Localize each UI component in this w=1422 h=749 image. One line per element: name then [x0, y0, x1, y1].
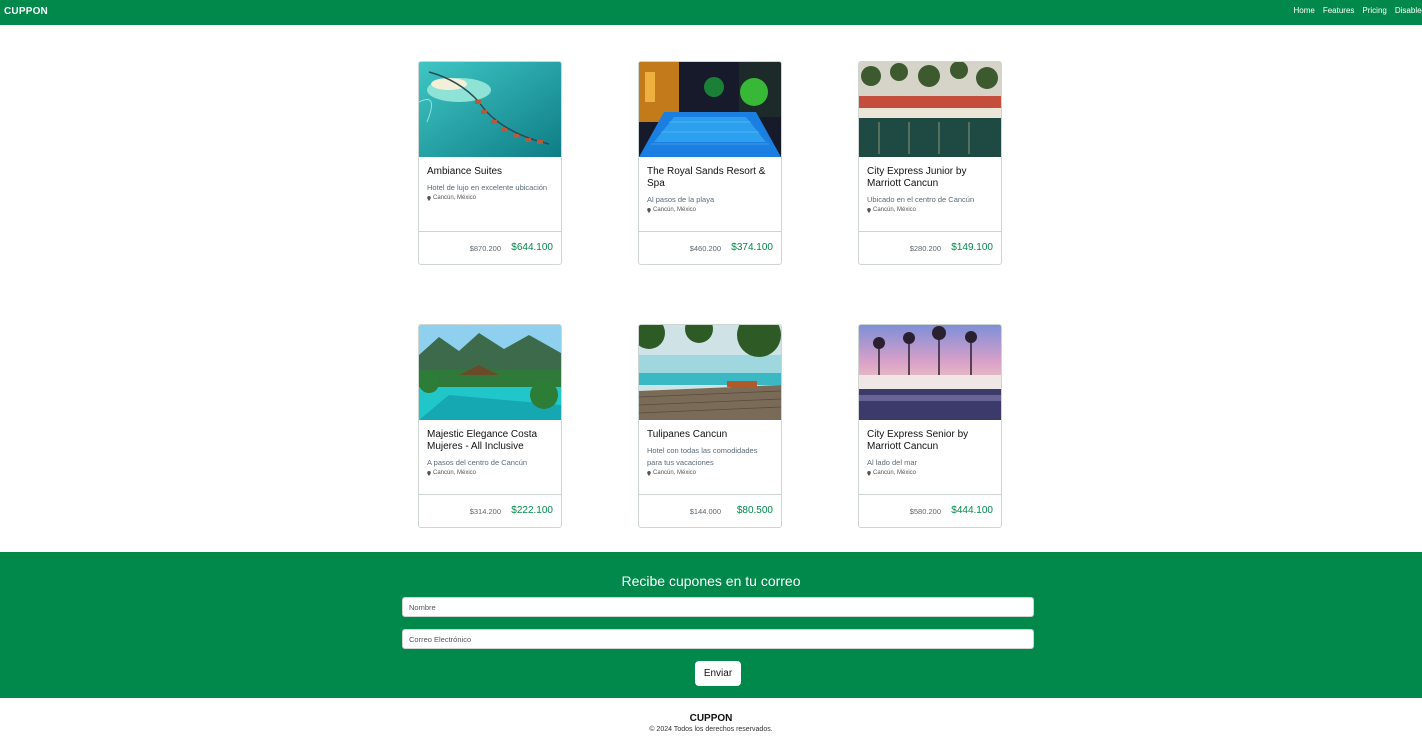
hotel-price: $80.500 [736, 505, 773, 516]
hotel-title[interactable]: Majestic Elegance Costa Mujeres - All In… [427, 429, 553, 453]
hotel-location-text: Cancún, México [433, 195, 477, 201]
hotel-card[interactable]: City Express Junior by Marriott Cancun U… [858, 61, 1002, 265]
hotel-title[interactable]: The Royal Sands Resort & Spa [647, 166, 773, 190]
hotel-old-price: $870.200 [469, 244, 501, 253]
nav-link-disabled[interactable]: Disabled [1395, 6, 1422, 15]
hotel-old-price: $460.200 [689, 244, 721, 253]
hotel-description: Al pasos de la playa [647, 195, 715, 204]
newsletter-section: Recibe cupones en tu correo Enviar [0, 552, 1422, 698]
hotel-description: Ubicado en el centro de Cancún [867, 195, 975, 204]
hotel-price: $644.100 [511, 242, 553, 253]
hotel-card[interactable]: Majestic Elegance Costa Mujeres - All In… [418, 324, 562, 528]
hotel-card[interactable]: The Royal Sands Resort & Spa Al pasos de… [638, 61, 782, 265]
hotel-price-footer: $460.200 $374.100 [639, 231, 781, 264]
hotel-location: Cancún, México [647, 470, 773, 476]
hotel-description: Al lado del mar [867, 458, 918, 467]
map-pin-icon [867, 470, 871, 476]
hotel-price-footer: $580.200 $444.100 [859, 494, 1001, 527]
hotel-price: $222.100 [511, 505, 553, 516]
hotel-title[interactable]: City Express Senior by Marriott Cancun [867, 429, 993, 453]
hotel-title[interactable]: City Express Junior by Marriott Cancun [867, 166, 993, 190]
hotel-price: $149.100 [951, 242, 993, 253]
hotel-image-tropical-pool [419, 325, 561, 420]
hotel-card[interactable]: Ambiance Suites Hotel de lujo en excelen… [418, 61, 562, 265]
hotel-description: Hotel de lujo en excelente ubicación [427, 183, 548, 192]
hotel-price-footer: $280.200 $149.100 [859, 231, 1001, 264]
hotel-old-price: $144.000 [689, 507, 721, 516]
navbar: CUPPON Home Features Pricing Disabled [0, 0, 1422, 25]
map-pin-icon [647, 207, 651, 213]
hotel-description: A pasos del centro de Cancún [427, 458, 528, 467]
hotel-image-palm-pool [859, 62, 1001, 157]
hotel-location: Cancún, México [867, 207, 993, 213]
hotel-location-text: Cancún, México [653, 470, 697, 476]
hotel-old-price: $580.200 [909, 507, 941, 516]
hotel-location-text: Cancún, México [653, 207, 697, 213]
hotel-title[interactable]: Ambiance Suites [427, 166, 553, 178]
hotel-image-sunset-pool [859, 325, 1001, 420]
hotel-image-infinity-pool [639, 325, 781, 420]
hotel-location-text: Cancún, México [433, 470, 477, 476]
hotel-description: Hotel con todas las comodidades para tus… [647, 446, 758, 467]
nav-link-pricing[interactable]: Pricing [1362, 6, 1386, 15]
hotel-card[interactable]: Tulipanes Cancun Hotel con todas las com… [638, 324, 782, 528]
hotel-location: Cancún, México [427, 470, 553, 476]
nav-link-home[interactable]: Home [1293, 6, 1314, 15]
hotel-image-overwater-bungalows [419, 62, 561, 157]
footer-brand: CUPPON [689, 713, 733, 724]
hotel-title[interactable]: Tulipanes Cancun [647, 429, 773, 441]
newsletter-title: Recibe cupones en tu correo [621, 573, 801, 589]
name-field[interactable] [402, 597, 1034, 617]
nav-link-features[interactable]: Features [1323, 6, 1355, 15]
submit-button[interactable]: Enviar [695, 661, 741, 686]
hotel-location: Cancún, México [647, 207, 773, 213]
hotel-location-text: Cancún, México [873, 207, 917, 213]
hotel-price-footer: $144.000 $80.500 [639, 494, 781, 527]
nav-links: Home Features Pricing Disabled [1293, 6, 1422, 15]
hotel-old-price: $280.200 [909, 244, 941, 253]
map-pin-icon [427, 195, 431, 201]
hotel-card[interactable]: City Express Senior by Marriott Cancun A… [858, 324, 1002, 528]
map-pin-icon [647, 470, 651, 476]
brand-logo[interactable]: CUPPON [4, 6, 48, 17]
hotel-price: $374.100 [731, 242, 773, 253]
hotel-price-footer: $870.200 $644.100 [419, 231, 561, 264]
map-pin-icon [427, 470, 431, 476]
footer: CUPPON © 2024 Todos los derechos reserva… [0, 698, 1422, 749]
hotel-location-text: Cancún, México [873, 470, 917, 476]
map-pin-icon [867, 207, 871, 213]
hotel-price-footer: $314.200 $222.100 [419, 494, 561, 527]
hotel-price: $444.100 [951, 505, 993, 516]
hotel-image-night-pool [639, 62, 781, 157]
hotel-location: Cancún, México [427, 195, 553, 201]
footer-copyright: © 2024 Todos los derechos reservados. [649, 726, 773, 733]
email-field[interactable] [402, 629, 1034, 649]
hotel-old-price: $314.200 [469, 507, 501, 516]
hotel-location: Cancún, México [867, 470, 993, 476]
